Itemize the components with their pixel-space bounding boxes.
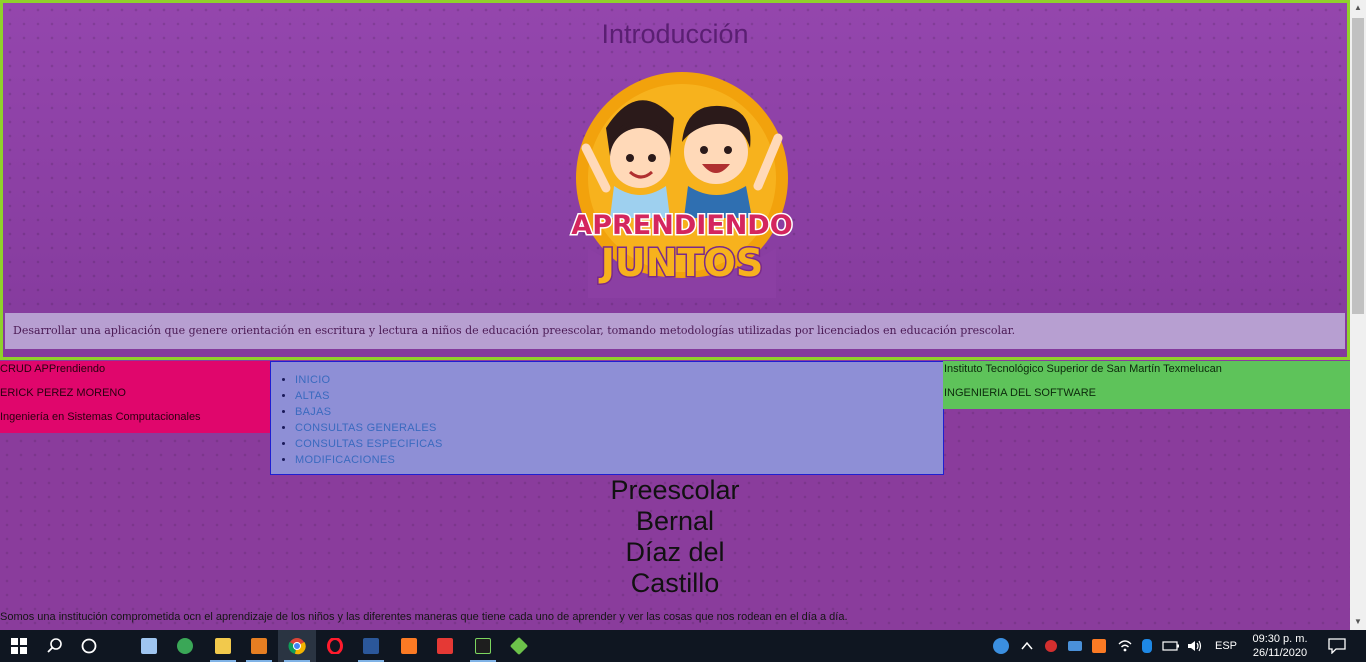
clock-date: 26/11/2020 bbox=[1252, 647, 1308, 659]
file-explorer-icon[interactable] bbox=[204, 630, 242, 662]
school-name-heading: Preescolar Bernal Díaz del Castillo bbox=[575, 475, 775, 599]
chrome-icon[interactable] bbox=[278, 630, 316, 662]
terminal-icon[interactable] bbox=[464, 630, 502, 662]
scroll-up-arrow-icon[interactable]: ▲ bbox=[1350, 0, 1366, 16]
pdf-app-icon[interactable] bbox=[426, 630, 464, 662]
git-icon[interactable] bbox=[500, 630, 538, 662]
project-name: CRUD APPrendiendo bbox=[0, 363, 106, 375]
author-name: ERICK PEREZ MORENO bbox=[0, 387, 126, 399]
word-icon[interactable] bbox=[352, 630, 390, 662]
school-name-line: Preescolar bbox=[610, 475, 740, 505]
nav-item-altas[interactable]: ALTAS bbox=[295, 388, 443, 404]
logo-text-juntos: JUNTOS bbox=[598, 241, 763, 285]
web-page: Introducción APRENDIENDO JUNTOS Desarrol… bbox=[0, 0, 1350, 630]
school-name-line: Díaz del bbox=[625, 537, 725, 567]
main-navigation: INICIO ALTAS BAJAS CONSULTAS GENERALES C… bbox=[270, 361, 944, 475]
page-title: Introducción bbox=[601, 19, 749, 49]
career-name: Ingeniería en Sistemas Computacionales bbox=[0, 411, 201, 423]
notifications-icon[interactable] bbox=[1318, 630, 1356, 662]
project-info-box: CRUD APPrendiendo ERICK PEREZ MORENO Ing… bbox=[0, 361, 270, 433]
scroll-down-arrow-icon[interactable]: ▼ bbox=[1350, 614, 1366, 630]
school-name-line: Castillo bbox=[630, 568, 720, 598]
box-app-icon[interactable] bbox=[130, 630, 168, 662]
mission-text: Somos una institución comprometida ocn e… bbox=[0, 611, 848, 623]
taskbar-clock[interactable]: 09:30 p. m. 26/11/2020 bbox=[1240, 632, 1320, 660]
institute-name: Instituto Tecnológico Superior de San Ma… bbox=[944, 363, 1222, 375]
intro-objective: Desarrollar una aplicación que genere or… bbox=[5, 313, 1345, 349]
windows-taskbar: ESP 09:30 p. m. 26/11/2020 bbox=[0, 630, 1366, 662]
windows-start-icon[interactable] bbox=[0, 630, 38, 662]
nav-list: INICIO ALTAS BAJAS CONSULTAS GENERALES C… bbox=[295, 372, 443, 468]
input-language-indicator[interactable]: ESP bbox=[1215, 640, 1237, 652]
aprendiendo-juntos-logo: APRENDIENDO JUNTOS bbox=[570, 72, 794, 298]
scrollbar-thumb[interactable] bbox=[1352, 18, 1364, 314]
nav-item-bajas[interactable]: BAJAS bbox=[295, 404, 443, 420]
nav-item-consultas-generales[interactable]: CONSULTAS GENERALES bbox=[295, 420, 443, 436]
clock-time: 09:30 p. m. bbox=[1252, 633, 1308, 645]
logo-text-aprendiendo: APRENDIENDO bbox=[571, 210, 792, 241]
vertical-scrollbar[interactable]: ▲ ▼ bbox=[1350, 0, 1366, 630]
subject-name: INGENIERIA DEL SOFTWARE bbox=[944, 387, 1096, 399]
cortana-icon[interactable] bbox=[70, 630, 108, 662]
opera-icon[interactable] bbox=[316, 630, 354, 662]
nav-item-inicio[interactable]: INICIO bbox=[295, 372, 443, 388]
volume-icon[interactable] bbox=[1176, 630, 1214, 662]
institute-info-box: Instituto Tecnológico Superior de San Ma… bbox=[943, 361, 1350, 409]
edge-app-icon[interactable] bbox=[166, 630, 204, 662]
nav-item-consultas-especificas[interactable]: CONSULTAS ESPECIFICAS bbox=[295, 436, 443, 452]
sublime-text-icon[interactable] bbox=[240, 630, 278, 662]
page-header: Introducción APRENDIENDO JUNTOS Desarrol… bbox=[0, 0, 1350, 360]
school-name-line: Bernal bbox=[635, 506, 715, 536]
nav-item-modificaciones[interactable]: MODIFICACIONES bbox=[295, 452, 443, 468]
search-icon[interactable] bbox=[36, 630, 74, 662]
xampp-icon[interactable] bbox=[390, 630, 428, 662]
